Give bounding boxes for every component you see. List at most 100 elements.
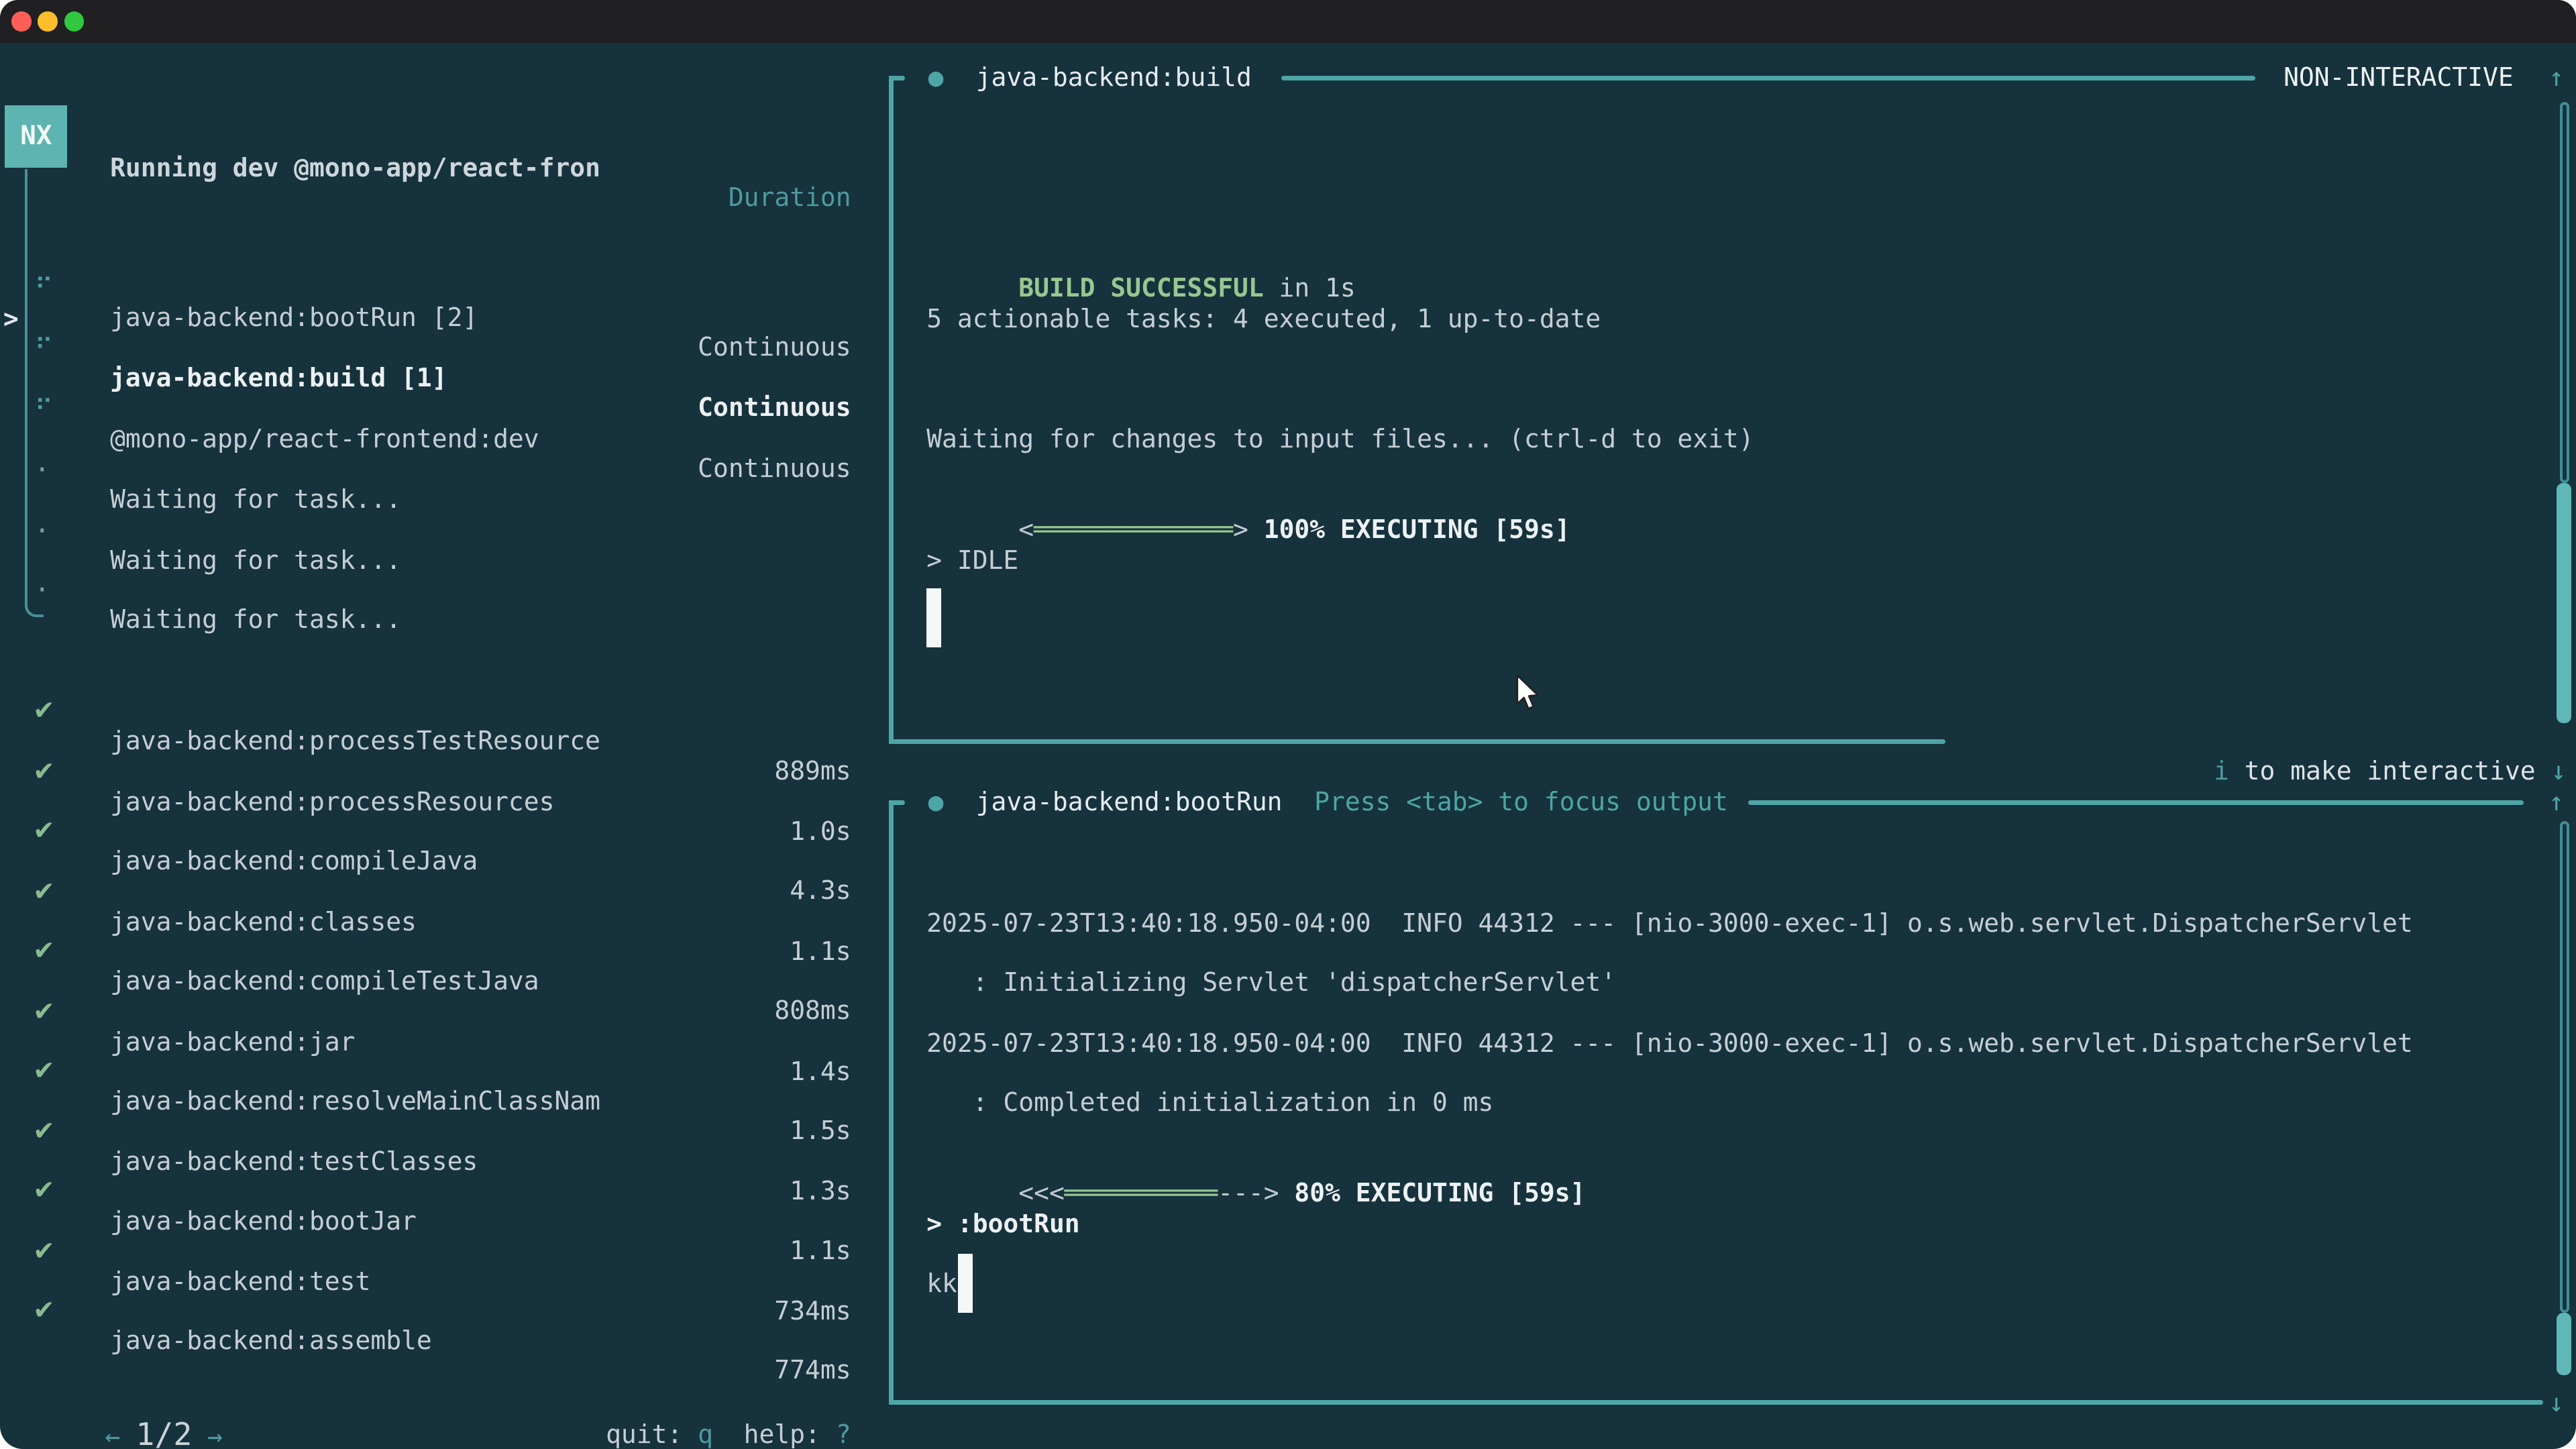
task-row-completed[interactable]: ✔ java-backend:assemble 774ms xyxy=(0,1267,871,1296)
sidebar-title: Running dev @mono-app/react-fron xyxy=(110,153,600,182)
check-icon: ✔ xyxy=(33,1237,55,1267)
scroll-up-icon[interactable]: ↑ xyxy=(2538,787,2575,816)
build-panel-top-border xyxy=(1281,76,2255,80)
interactive-hint: i to make interactive ↓ xyxy=(2122,726,2566,755)
terminal-window: NX Running dev @mono-app/react-fron Dura… xyxy=(0,0,2576,1449)
task-row-completed[interactable]: ✔ java-backend:jar 1.4s xyxy=(0,967,871,997)
progress-label: 80% EXECUTING [59s] xyxy=(1279,1178,1586,1208)
check-icon: ✔ xyxy=(33,696,55,726)
build-success-line: BUILD SUCCESSFUL in 1s xyxy=(926,243,2569,272)
task-row-completed[interactable]: ✔ java-backend:testClasses 1.3s xyxy=(0,1087,871,1117)
terminal-input-text[interactable]: kk xyxy=(926,1269,2569,1298)
check-icon: ✔ xyxy=(33,936,55,966)
task-row-completed[interactable]: ✔ java-backend:compileTestJava 808ms xyxy=(0,907,871,936)
task-row-completed[interactable]: ✔ java-backend:compileJava 4.3s xyxy=(0,787,871,816)
build-terminal-cursor xyxy=(926,588,941,647)
log-line: 2025-07-23T13:40:18.950-04:00 INFO 44312… xyxy=(926,908,2569,938)
page-next-arrow[interactable]: → xyxy=(207,1421,223,1449)
spinner-icon: ⠋ xyxy=(34,394,53,424)
build-tasks-summary: 5 actionable tasks: 4 executed, 1 up-to-… xyxy=(926,304,2569,333)
zoom-button[interactable] xyxy=(64,11,84,31)
task-duration: 1.1s xyxy=(542,936,851,966)
bootrun-terminal-cursor xyxy=(958,1254,973,1313)
task-row-completed[interactable]: ✔ java-backend:processTestResource 889ms xyxy=(0,667,871,696)
progress-open: <<< xyxy=(1018,1178,1065,1208)
pending-dot-icon: · xyxy=(34,455,50,484)
task-duration: 1.4s xyxy=(542,1057,851,1086)
quit-key: q xyxy=(698,1419,713,1449)
progress-label: 100% EXECUTING [59s] xyxy=(1248,515,1570,544)
check-icon: ✔ xyxy=(33,816,55,846)
task-row-frontend-dev[interactable]: ⠋ @mono-app/react-frontend:dev Continuou… xyxy=(0,365,871,394)
task-bullet-icon: ● xyxy=(928,62,944,92)
check-icon: ✔ xyxy=(33,1117,55,1146)
check-icon: ✔ xyxy=(33,757,55,787)
mouse-cursor-icon xyxy=(1515,674,1543,720)
task-row-bootrun[interactable]: ⠋ java-backend:bootRun [2] Continuous xyxy=(0,243,871,272)
duration-column-header: Duration xyxy=(592,182,851,212)
task-duration: 1.0s xyxy=(542,816,851,846)
keyboard-hints: quit: q help: ? xyxy=(411,1390,851,1419)
scroll-up-icon[interactable]: ↑ xyxy=(2538,62,2575,92)
task-row-waiting[interactable]: · Waiting for task... xyxy=(0,486,871,516)
screen: NX Running dev @mono-app/react-fron Dura… xyxy=(0,0,2576,1449)
task-status: Continuous xyxy=(542,332,851,362)
interactive-hint-text: to make interactive xyxy=(2229,756,2551,786)
log-line: 2025-07-23T13:40:18.950-04:00 INFO 44312… xyxy=(926,1028,2569,1058)
task-row-completed[interactable]: ✔ java-backend:test 734ms xyxy=(0,1208,871,1237)
build-idle-line: > IDLE xyxy=(926,545,2569,575)
bootrun-panel-left-border xyxy=(889,800,894,1405)
titlebar[interactable] xyxy=(0,0,2576,43)
scroll-down-icon[interactable]: ↓ xyxy=(2551,756,2566,786)
build-success-text: BUILD SUCCESSFUL xyxy=(1018,273,1263,303)
task-bullet-icon: ● xyxy=(928,787,944,816)
scroll-down-icon[interactable]: ↓ xyxy=(2538,1388,2575,1417)
build-waiting-line: Waiting for changes to input files... (c… xyxy=(926,424,2569,453)
progress-open: < xyxy=(1018,515,1034,544)
check-icon: ✔ xyxy=(33,998,55,1027)
task-duration: 734ms xyxy=(542,1296,851,1326)
progress-tail: --- xyxy=(1218,1178,1264,1208)
task-status: Continuous xyxy=(542,392,851,422)
task-duration: 1.5s xyxy=(542,1116,851,1145)
bootrun-panel-bottom-border xyxy=(889,1400,2543,1405)
bootrun-progress-line: <<<══════════---> 80% EXECUTING [59s] xyxy=(926,1148,2569,1178)
build-progress-line: <═════════════> 100% EXECUTING [59s] xyxy=(926,484,2569,514)
minimize-button[interactable] xyxy=(38,11,57,31)
interactive-hint-key: i xyxy=(2214,756,2229,786)
build-success-detail: in 1s xyxy=(1264,273,1356,303)
task-row-completed[interactable]: ✔ java-backend:resolveMainClassNam 1.5s xyxy=(0,1027,871,1057)
quit-label: quit: xyxy=(606,1419,698,1449)
pagination: ← 1/2 → xyxy=(13,1390,211,1419)
pending-dot-icon: · xyxy=(34,575,50,604)
bootrun-scrollbar-track[interactable] xyxy=(2560,821,2570,1312)
sidebar-header: Running dev @mono-app/react-fron Duratio… xyxy=(0,123,871,153)
progress-close: > xyxy=(1264,1178,1279,1208)
build-scrollbar-thumb[interactable] xyxy=(2557,483,2571,723)
task-row-waiting[interactable]: · Waiting for task... xyxy=(0,425,871,455)
task-row-build-selected[interactable]: ⠋ java-backend:build [1] Continuous xyxy=(0,304,871,333)
help-label: help: xyxy=(713,1419,836,1449)
progress-close: > xyxy=(1233,515,1248,544)
build-panel-left-border xyxy=(889,76,894,745)
page-prev-arrow[interactable]: ← xyxy=(105,1421,121,1449)
help-key: ? xyxy=(836,1419,851,1449)
pending-dot-icon: · xyxy=(34,516,50,545)
task-row-waiting[interactable]: · Waiting for task... xyxy=(0,545,871,575)
noninteractive-badge: NON-INTERACTIVE xyxy=(2284,62,2514,92)
close-button[interactable] xyxy=(11,11,31,31)
log-line: : Initializing Servlet 'dispatcherServle… xyxy=(926,967,2569,997)
build-panel-title: java-backend:build xyxy=(976,62,1252,92)
task-row-completed[interactable]: ✔ java-backend:bootJar 1.1s xyxy=(0,1146,871,1176)
check-icon: ✔ xyxy=(33,1176,55,1205)
task-duration: 808ms xyxy=(542,996,851,1025)
bootrun-scrollbar-thumb[interactable] xyxy=(2557,1313,2571,1375)
task-label: Waiting for task... xyxy=(110,604,401,634)
build-panel-bottom-border xyxy=(889,739,1945,744)
task-status: Continuous xyxy=(542,453,851,483)
task-row-completed[interactable]: ✔ java-backend:classes 1.1s xyxy=(0,848,871,877)
log-line: : Completed initialization in 0 ms xyxy=(926,1087,2569,1117)
spinner-icon: ⠋ xyxy=(34,333,53,363)
task-duration: 889ms xyxy=(542,756,851,786)
task-row-completed[interactable]: ✔ java-backend:processResources 1.0s xyxy=(0,728,871,757)
